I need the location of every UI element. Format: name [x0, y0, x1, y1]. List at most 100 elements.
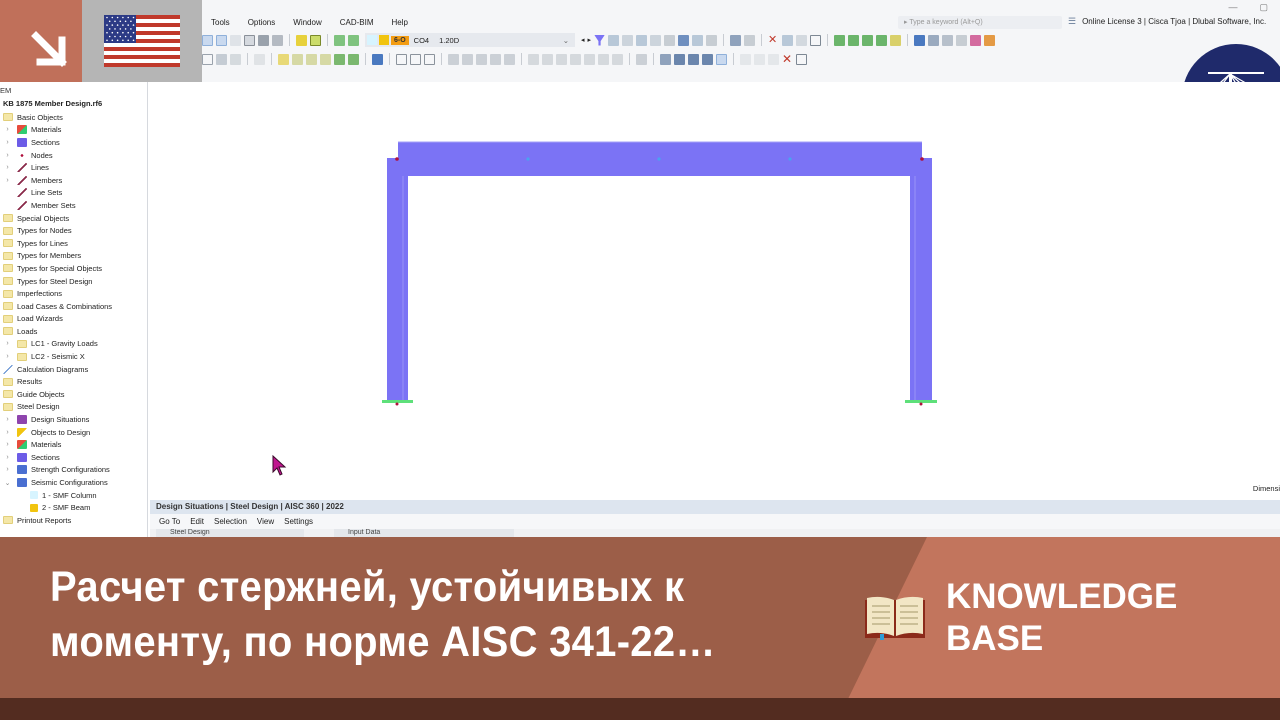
tree-item[interactable]: › Objects to Design [0, 426, 148, 439]
view-z-icon[interactable] [862, 34, 874, 46]
calc-icon[interactable] [334, 34, 345, 46]
truss-icon[interactable] [424, 53, 435, 65]
connect-icon[interactable] [556, 53, 567, 65]
frame-icon[interactable] [396, 53, 407, 65]
section-results-icon[interactable] [706, 34, 718, 46]
panel-menu-settings[interactable]: Settings [279, 517, 318, 526]
minimize-button[interactable]: — [1228, 2, 1237, 13]
keyword-search-input[interactable]: ▸ Type a keyword (Alt+Q) [898, 16, 1062, 29]
mirror-icon[interactable] [490, 53, 501, 65]
chevron-right-icon[interactable]: › [3, 466, 12, 473]
tree-item[interactable]: Printout Reports [0, 514, 148, 527]
tree-item[interactable]: Steel Design [0, 401, 148, 414]
panel-menu-go-to[interactable]: Go To [154, 517, 185, 526]
beam-node[interactable] [526, 157, 530, 161]
menu-cad-bim[interactable]: CAD-BIM [331, 18, 383, 27]
navigator-toggle-icon[interactable] [202, 34, 213, 46]
tree-item[interactable]: › LC1 - Gravity Loads [0, 338, 148, 351]
divide-icon[interactable] [528, 53, 539, 65]
dimension-tool-icon[interactable] [636, 53, 647, 65]
tree-item[interactable]: › Materials [0, 438, 148, 451]
display-icon[interactable] [914, 34, 926, 46]
chevron-right-icon[interactable]: › [3, 353, 12, 360]
tree-item[interactable]: › Strength Configurations [0, 464, 148, 477]
render-icon[interactable] [956, 34, 968, 46]
mesh-icon[interactable] [970, 34, 982, 46]
node-icon[interactable] [278, 53, 289, 65]
support-left[interactable] [382, 400, 413, 403]
tree-item[interactable]: 1 - SMF Column [0, 489, 148, 502]
tree-item[interactable]: Imperfections [0, 287, 148, 300]
guideline-icon[interactable] [740, 53, 751, 65]
view-minus-x-icon[interactable] [876, 34, 888, 46]
new-object-icon[interactable] [202, 53, 213, 65]
rotate-icon[interactable] [584, 53, 595, 65]
model-viewport[interactable]: Dimensi [149, 82, 1280, 500]
symmetry-icon[interactable] [754, 53, 765, 65]
deformation-icon[interactable] [622, 34, 634, 46]
transparent-view-icon[interactable] [796, 34, 808, 46]
result-grid-icon[interactable] [678, 34, 690, 46]
copy-object-icon[interactable] [230, 53, 241, 65]
merge-icon[interactable] [542, 53, 553, 65]
filter-select-icon[interactable] [372, 53, 383, 65]
result-values-icon[interactable] [608, 34, 620, 46]
ortho-icon[interactable] [702, 53, 713, 65]
tree-item[interactable]: › Materials [0, 124, 148, 137]
section-view-icon[interactable] [296, 34, 307, 46]
support-icon[interactable] [334, 53, 345, 65]
previous-icon[interactable]: ◂ [581, 36, 585, 44]
panel-menu-selection[interactable]: Selection [209, 517, 252, 526]
view-x-icon[interactable] [834, 34, 846, 46]
align-icon[interactable] [570, 53, 581, 65]
object-snap-icon[interactable] [688, 53, 699, 65]
coordinate-icon[interactable] [942, 34, 954, 46]
panel-menu-view[interactable]: View [252, 517, 279, 526]
panel-icon[interactable] [230, 34, 241, 46]
beam-node[interactable] [788, 157, 792, 161]
line-icon[interactable] [292, 53, 303, 65]
support-reactions-icon[interactable] [636, 34, 648, 46]
chevron-right-icon[interactable]: › [3, 152, 12, 159]
column-left[interactable] [387, 158, 408, 402]
edit-object-icon[interactable] [216, 53, 227, 65]
active-snap-icon[interactable] [716, 53, 727, 65]
result-scale-icon[interactable] [650, 34, 662, 46]
tree-item[interactable]: Types for Steel Design [0, 275, 148, 288]
chevron-down-icon[interactable]: ⌄ [3, 479, 12, 487]
chevron-right-icon[interactable]: › [3, 416, 12, 423]
insert-node-icon[interactable] [254, 53, 265, 65]
menu-options[interactable]: Options [239, 18, 285, 27]
chevron-right-icon[interactable]: › [3, 454, 12, 461]
grid-icon[interactable] [660, 53, 671, 65]
data-icon[interactable] [272, 34, 283, 46]
corner-node-left[interactable] [395, 157, 399, 161]
plane-icon[interactable] [928, 34, 940, 46]
corner-node-right[interactable] [920, 157, 924, 161]
arc-icon[interactable] [448, 53, 459, 65]
line-results-icon[interactable] [692, 34, 704, 46]
solid-view-icon[interactable] [782, 34, 794, 46]
tree-item[interactable]: › Sections [0, 451, 148, 464]
tree-item[interactable]: Member Sets [0, 199, 148, 212]
calc-all-icon[interactable] [348, 34, 359, 46]
project-file-name[interactable]: KB 1875 Member Design.rf6 [3, 99, 102, 108]
chevron-right-icon[interactable]: › [3, 126, 12, 133]
tree-item[interactable]: › LC2 - Seismic X [0, 350, 148, 363]
tree-item[interactable]: Special Objects [0, 212, 148, 225]
member-icon[interactable] [306, 53, 317, 65]
tree-item[interactable]: › Design Situations [0, 413, 148, 426]
tree-item[interactable]: › Nodes [0, 149, 148, 162]
menu-window[interactable]: Window [284, 18, 330, 27]
tree-item[interactable]: › Lines [0, 161, 148, 174]
extend-icon[interactable] [504, 53, 515, 65]
screenshot-icon[interactable] [796, 53, 807, 65]
next-icon[interactable]: ▸ [588, 36, 592, 44]
filter-icon[interactable] [594, 34, 606, 46]
chevron-right-icon[interactable]: › [3, 441, 12, 448]
delete-icon[interactable]: ✕ [782, 53, 793, 65]
column-right[interactable] [910, 158, 932, 402]
move-icon[interactable] [612, 53, 623, 65]
view-y-icon[interactable] [848, 34, 860, 46]
beam-node[interactable] [657, 157, 661, 161]
